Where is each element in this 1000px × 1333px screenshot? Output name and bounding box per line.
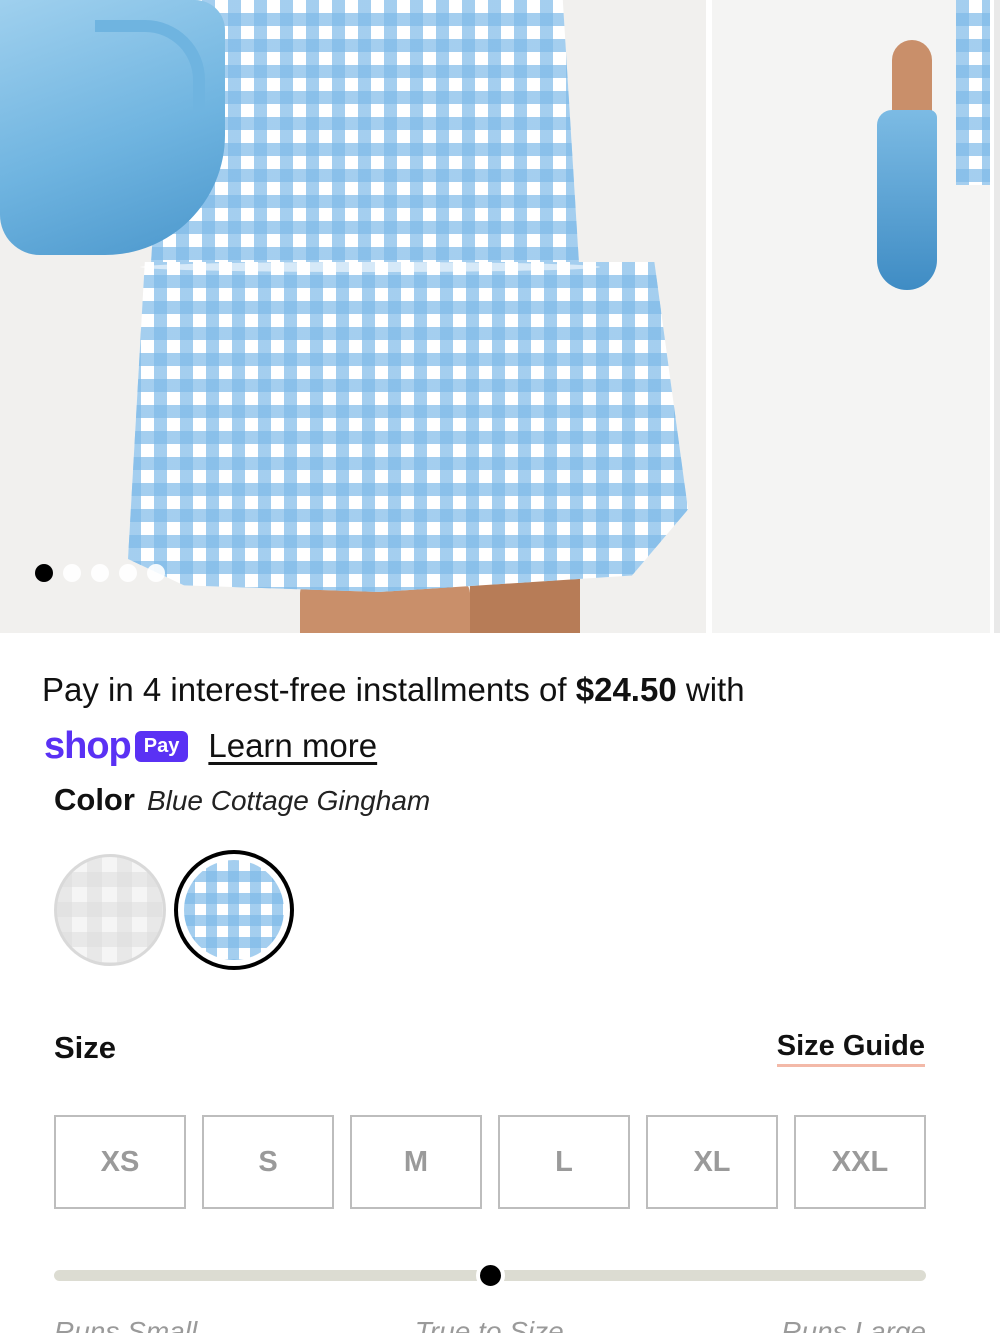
carousel-pagination [35,564,165,582]
dress-edge [956,0,990,185]
fit-label-runs-small: Runs Small [54,1316,198,1333]
size-option-xxl[interactable]: XXL [794,1115,926,1209]
pagination-dot[interactable] [63,564,81,582]
pagination-dot[interactable] [35,564,53,582]
selected-color-name: Blue Cottage Gingham [146,785,431,816]
installments-prefix: Pay in 4 interest-free installments of [42,671,576,708]
size-label: Size [54,1030,117,1065]
shop-pay-logo: shop [44,724,132,767]
pagination-dot[interactable] [119,564,137,582]
product-image-carousel[interactable] [0,0,1000,633]
dress-skirt-tier [128,262,688,592]
size-guide-link[interactable]: Size Guide [776,1030,925,1067]
fit-scale-labels: Runs Small True to Size Runs Large [54,1316,926,1333]
carousel-edge [994,0,1000,633]
swatch-pattern [184,860,284,960]
learn-more-link[interactable]: Learn more [208,727,377,765]
pagination-dot[interactable] [147,564,165,582]
product-image-main[interactable] [0,0,706,633]
color-label: Color [54,782,135,817]
color-swatch-blue-gingham[interactable] [174,850,294,970]
size-option-m[interactable]: M [350,1115,482,1209]
size-option-s[interactable]: S [202,1115,334,1209]
fit-scale-indicator [476,1262,504,1289]
installments-suffix: with [676,671,745,708]
dress-seam [140,262,600,272]
size-options: XS S M L XL XXL [54,1115,926,1209]
shop-pay-row: shop Pay Learn more [44,722,377,770]
fit-label-runs-large: Runs Large [781,1316,926,1333]
blue-handbag [877,110,937,290]
fit-label-true-to-size: True to Size [414,1316,564,1333]
color-swatch-white[interactable] [54,854,166,966]
size-option-xs[interactable]: XS [54,1115,186,1209]
shop-pay-badge: Pay [134,730,189,762]
installments-message: Pay in 4 interest-free installments of $… [42,668,982,712]
pagination-dot[interactable] [91,564,109,582]
color-heading: Color Blue Cottage Gingham [54,782,430,818]
product-image-next[interactable] [712,0,990,633]
installment-amount: $24.50 [575,671,677,708]
size-option-l[interactable]: L [498,1115,630,1209]
size-option-xl[interactable]: XL [646,1115,778,1209]
